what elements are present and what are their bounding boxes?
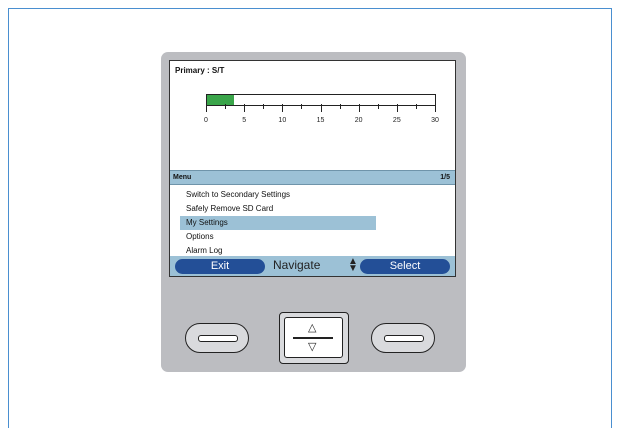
primary-label: Primary : S/T <box>175 66 225 75</box>
select-softkey[interactable]: Select <box>360 259 450 274</box>
menu-item-options[interactable]: Options <box>170 230 370 244</box>
meter-tick <box>244 104 246 112</box>
meter-tick <box>396 104 398 112</box>
exit-softkey[interactable]: Exit <box>175 259 265 274</box>
menu-item-label: Options <box>186 232 214 241</box>
meter-tick-label: 10 <box>278 117 287 124</box>
left-hardware-button[interactable] <box>185 323 249 353</box>
meter-tick <box>206 104 207 112</box>
menu-item-label: Safely Remove SD Card <box>186 204 274 213</box>
nav-divider <box>293 337 333 339</box>
meter-tick-label: 5 <box>242 117 247 124</box>
meter-tick <box>282 104 284 112</box>
device-panel: Primary : S/T Menu 1/5 Switch to Seconda… <box>161 52 466 372</box>
meter-tick-label: 15 <box>316 117 325 124</box>
menu-item-label: My Settings <box>186 218 228 227</box>
meter-tick-label: 20 <box>354 117 363 124</box>
meter-tick <box>415 104 417 109</box>
menu-item-label: Switch to Secondary Settings <box>186 190 291 199</box>
meter-tick <box>263 104 265 109</box>
lcd-screen: Primary : S/T Menu 1/5 Switch to Seconda… <box>169 60 456 277</box>
meter-fill <box>207 95 234 105</box>
down-arrow-icon[interactable]: ▽ <box>308 342 316 353</box>
button-bar-icon <box>198 335 238 342</box>
softkey-bar: Exit Navigate ▲ ▼ Select <box>170 256 455 276</box>
meter-tick <box>339 104 341 109</box>
meter-tick <box>435 104 436 112</box>
meter-tick <box>358 104 360 112</box>
meter-tick <box>377 104 379 109</box>
menu-header: Menu 1/5 <box>170 170 455 185</box>
up-arrow-icon[interactable]: △ <box>308 323 316 334</box>
navigate-label: Navigate <box>273 258 321 272</box>
menu-title: Menu <box>173 174 192 181</box>
meter-tick-label: 0 <box>204 117 208 124</box>
meter-tick <box>320 104 322 112</box>
menu-item-remove-sd[interactable]: Safely Remove SD Card <box>170 202 370 216</box>
meter-tick <box>301 104 303 109</box>
nav-hardware-button[interactable]: △ ▽ <box>279 312 349 364</box>
menu-item-my-settings[interactable]: My Settings <box>180 216 376 230</box>
meter-tick-label: 25 <box>392 117 401 124</box>
menu-item-switch-secondary[interactable]: Switch to Secondary Settings <box>170 188 370 202</box>
menu-page-indicator: 1/5 <box>440 174 450 181</box>
right-hardware-button[interactable] <box>371 323 435 353</box>
meter-tick <box>225 104 227 109</box>
button-bar-icon <box>384 335 424 342</box>
meter-tick-label: 30 <box>431 117 439 124</box>
nav-button-face: △ ▽ <box>284 317 343 358</box>
up-down-arrows-icon: ▲ ▼ <box>348 256 358 274</box>
